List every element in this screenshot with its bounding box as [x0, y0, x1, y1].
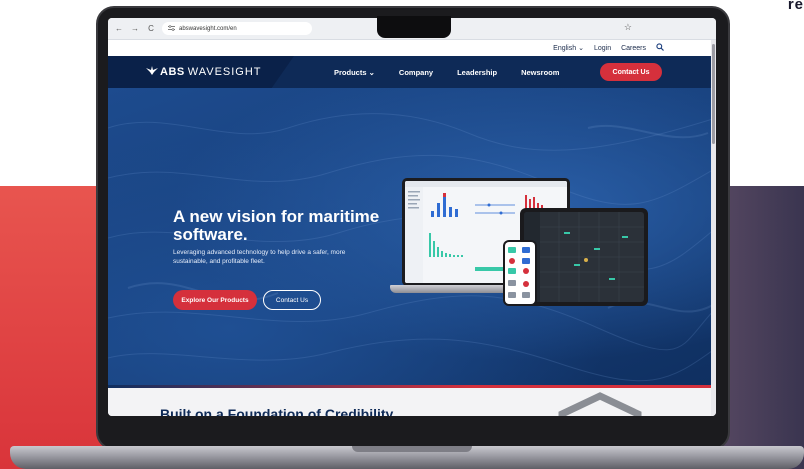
chevron-down-icon: ⌄	[578, 45, 584, 52]
map-screen	[524, 212, 644, 302]
reload-icon[interactable]: C	[146, 24, 156, 33]
credibility-section: Built on a Foundation of Credibility	[108, 388, 716, 416]
careers-link[interactable]: Careers	[621, 45, 646, 52]
map-tablet-mockup	[520, 208, 648, 306]
corner-text: re	[787, 0, 804, 13]
laptop-screen: ← → C abswavesight.com/en ☆ English ⌄ Lo…	[108, 18, 716, 416]
nav-item-leadership[interactable]: Leadership	[457, 68, 497, 77]
logo-wavesight-text: WAVESIGHT	[187, 66, 262, 78]
hero-subtitle: Leveraging advanced technology to help d…	[173, 249, 346, 265]
eagle-logo-icon	[146, 66, 158, 78]
nav-item-products[interactable]: Products ⌄	[334, 68, 375, 77]
site-info-icon[interactable]	[168, 24, 175, 33]
login-link[interactable]: Login	[594, 45, 611, 52]
language-selector[interactable]: English ⌄	[553, 44, 584, 52]
screen-bezel-bottom	[108, 416, 716, 436]
contact-us-button[interactable]: Contact Us	[600, 63, 662, 81]
hexagon-graphic	[558, 392, 642, 416]
nav-item-company[interactable]: Company	[399, 68, 433, 77]
hero-contact-button[interactable]: Contact Us	[263, 290, 321, 310]
chevron-down-icon: ⌄	[368, 67, 375, 77]
scrollbar-thumb[interactable]	[712, 44, 715, 144]
laptop-opening-notch	[352, 446, 472, 452]
scene: re ← → C abswavesight.com/en ☆ English ⌄…	[0, 0, 804, 469]
nav-links: Products ⌄ Company Leadership Newsroom	[334, 68, 559, 77]
nav-item-newsroom[interactable]: Newsroom	[521, 68, 559, 77]
mobile-app-mockup	[503, 240, 537, 306]
explore-products-button[interactable]: Explore Our Products	[173, 290, 257, 310]
utility-bar: English ⌄ Login Careers	[108, 40, 716, 56]
logo-abs-text: ABS	[160, 66, 185, 78]
hero-section: A new vision for maritime software. Leve…	[108, 88, 716, 388]
camera-notch	[377, 16, 451, 38]
bookmark-star-icon[interactable]: ☆	[624, 22, 632, 33]
forward-icon[interactable]: →	[130, 24, 140, 33]
url-text: abswavesight.com/en	[179, 25, 237, 32]
mobile-screen	[505, 242, 535, 304]
back-icon[interactable]: ←	[114, 24, 124, 33]
search-icon[interactable]	[656, 43, 664, 53]
main-navigation: ABS WAVESIGHT Products ⌄ Company Leaders…	[108, 56, 716, 88]
site-logo[interactable]: ABS WAVESIGHT	[108, 56, 294, 88]
section-title: Built on a Foundation of Credibility	[160, 406, 394, 416]
address-bar[interactable]: abswavesight.com/en	[162, 22, 312, 35]
hero-title: A new vision for maritime software.	[173, 207, 380, 244]
